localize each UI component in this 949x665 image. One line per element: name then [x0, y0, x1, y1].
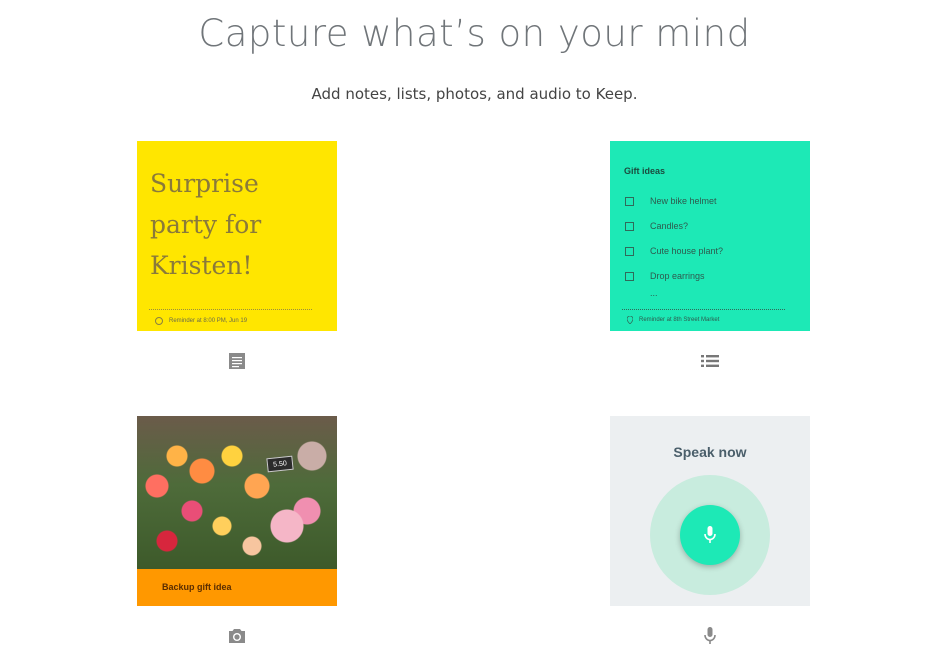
- speak-now-label: Speak now: [673, 444, 747, 460]
- list-item: Cute house plant?: [625, 246, 723, 256]
- clock-icon: [155, 317, 163, 325]
- list-item-label: Drop earrings: [650, 271, 705, 281]
- list-title: Gift ideas: [624, 166, 666, 176]
- photo-caption: Backup gift idea: [162, 582, 232, 592]
- camera-icon: [227, 626, 247, 646]
- note-card-example: Surprise party for Kristen! Reminder at …: [137, 141, 337, 331]
- divider: [622, 309, 785, 310]
- photo-card-example: 5.50 Backup gift idea: [137, 416, 337, 606]
- checkbox: [625, 246, 634, 256]
- list-item: New bike helmet: [625, 196, 717, 206]
- checkbox: [625, 196, 634, 206]
- list-item: Candles?: [625, 221, 688, 231]
- list-item-label: New bike helmet: [650, 196, 717, 206]
- text-note-icon: [227, 351, 247, 371]
- photo-caption-bar: Backup gift idea: [137, 569, 337, 606]
- list-reminder: Reminder at 8th Street Market: [627, 316, 719, 324]
- page-subtitle: Add notes, lists, photos, and audio to K…: [311, 85, 638, 103]
- price-tag: 5.50: [266, 455, 294, 473]
- list-icon: [700, 351, 720, 371]
- list-item-label: Cute house plant?: [650, 246, 724, 256]
- list-item: Drop earrings: [625, 271, 705, 281]
- list-reminder-text: Reminder at 8th Street Market: [639, 317, 720, 323]
- record-button[interactable]: [680, 505, 740, 565]
- note-reminder-text: Reminder at 8:00 PM, Jun 19: [169, 318, 248, 324]
- flower-photo: 5.50: [137, 416, 337, 569]
- page-title: Capture what’s on your mind: [198, 12, 751, 55]
- checkbox: [625, 221, 634, 231]
- audio-card-example: Speak now: [610, 416, 810, 606]
- note-text: Surprise party for Kristen!: [150, 169, 262, 280]
- microphone-icon: [700, 626, 720, 646]
- list-card-example: Gift ideas New bike helmet Candles? Cute…: [610, 141, 810, 331]
- divider: [149, 309, 312, 310]
- note-reminder: Reminder at 8:00 PM, Jun 19: [155, 317, 247, 325]
- microphone-icon: [704, 526, 716, 543]
- list-more: ...: [650, 288, 658, 298]
- list-item-label: Candles?: [650, 221, 689, 231]
- checkbox: [625, 271, 634, 281]
- location-pin-icon: [627, 316, 633, 324]
